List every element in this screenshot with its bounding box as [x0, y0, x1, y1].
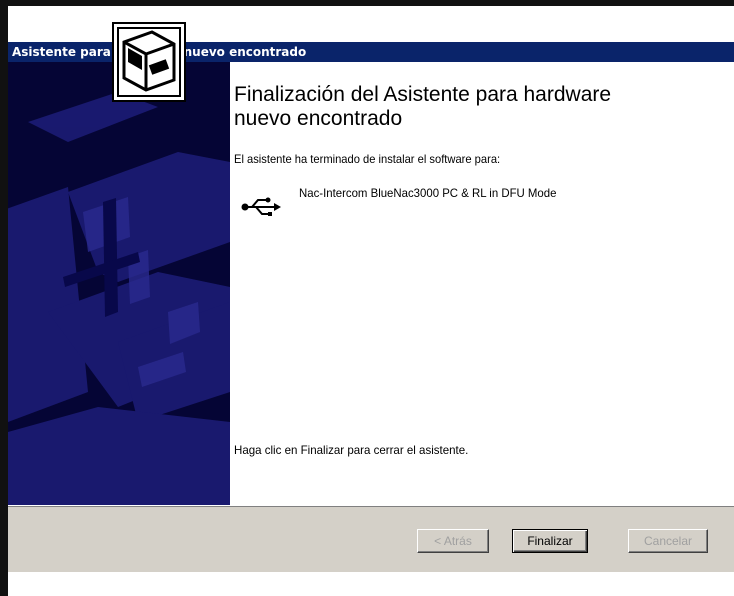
finish-instruction: Haga clic en Finalizar para cerrar el as… — [234, 443, 469, 457]
usb-icon — [241, 197, 281, 216]
bottom-margin — [8, 572, 734, 596]
page-title: Finalización del Asistente para hardware… — [234, 83, 612, 130]
side-banner-art — [8, 62, 230, 506]
hardware-wizard-icon — [112, 22, 186, 102]
back-button[interactable]: < Atrás — [417, 529, 489, 553]
wizard-side-banner — [8, 62, 230, 506]
wizard-button-bar: < Atrás Finalizar Cancelar — [8, 506, 734, 572]
finish-button[interactable]: Finalizar — [512, 529, 588, 553]
cancel-button[interactable]: Cancelar — [628, 529, 708, 553]
device-name: Nac-Intercom BlueNac3000 PC & RL in DFU … — [299, 186, 557, 200]
intro-text: El asistente ha terminado de instalar el… — [234, 152, 501, 166]
